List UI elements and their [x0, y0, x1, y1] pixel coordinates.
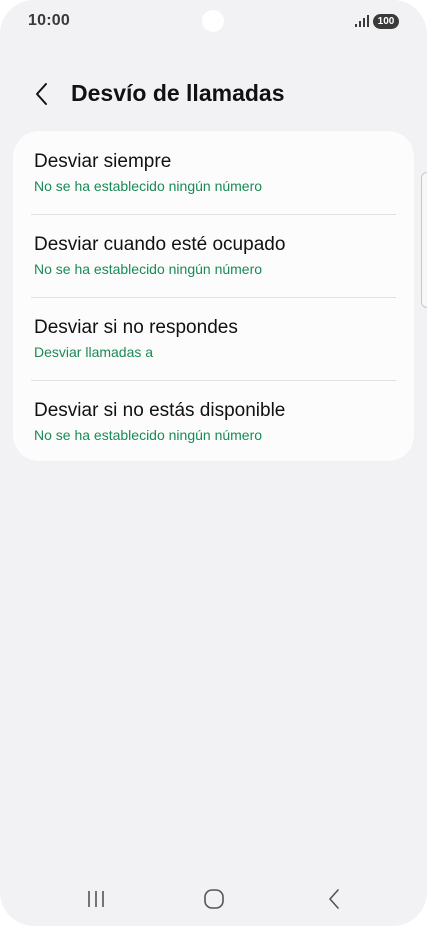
front-camera: [202, 10, 224, 32]
home-icon: [204, 889, 224, 909]
edge-panel-handle[interactable]: [421, 172, 427, 308]
battery-indicator: 100: [373, 14, 399, 29]
option-subtitle: No se ha establecido ningún número: [34, 427, 263, 443]
status-bar: 10:00 100: [0, 0, 427, 44]
option-title: Desviar si no estás disponible: [34, 400, 286, 421]
option-title: Desviar siempre: [34, 151, 172, 172]
forwarding-options-list: Desviar siempre No se ha establecido nin…: [13, 131, 414, 461]
page-title: Desvío de llamadas: [71, 80, 285, 106]
system-back-button[interactable]: [314, 884, 354, 914]
option-title: Desviar cuando esté ocupado: [34, 234, 286, 255]
option-forward-when-unanswered[interactable]: Desviar si no respondes Desviar llamadas…: [13, 297, 414, 380]
signal-icon: [355, 15, 369, 27]
option-forward-when-unreachable[interactable]: Desviar si no estás disponible No se ha …: [13, 380, 414, 463]
recents-button[interactable]: [76, 884, 116, 914]
recents-icon: [88, 891, 104, 907]
status-time: 10:00: [28, 12, 70, 29]
option-subtitle: Desviar llamadas a: [34, 344, 154, 360]
app-header: Desvío de llamadas: [0, 70, 427, 118]
back-icon: [329, 889, 339, 909]
option-forward-when-busy[interactable]: Desviar cuando esté ocupado No se ha est…: [13, 214, 414, 297]
option-subtitle: No se ha establecido ningún número: [34, 178, 263, 194]
chevron-left-icon: [36, 83, 47, 105]
option-subtitle: No se ha establecido ningún número: [34, 261, 263, 277]
navigation-bar: [0, 870, 427, 926]
back-button[interactable]: [26, 78, 58, 110]
option-always-forward[interactable]: Desviar siempre No se ha establecido nin…: [13, 131, 414, 214]
option-title: Desviar si no respondes: [34, 317, 238, 338]
home-button[interactable]: [194, 884, 234, 914]
phone-screen: 10:00 100 Desvío de llamadas Desviar sie…: [0, 0, 427, 926]
